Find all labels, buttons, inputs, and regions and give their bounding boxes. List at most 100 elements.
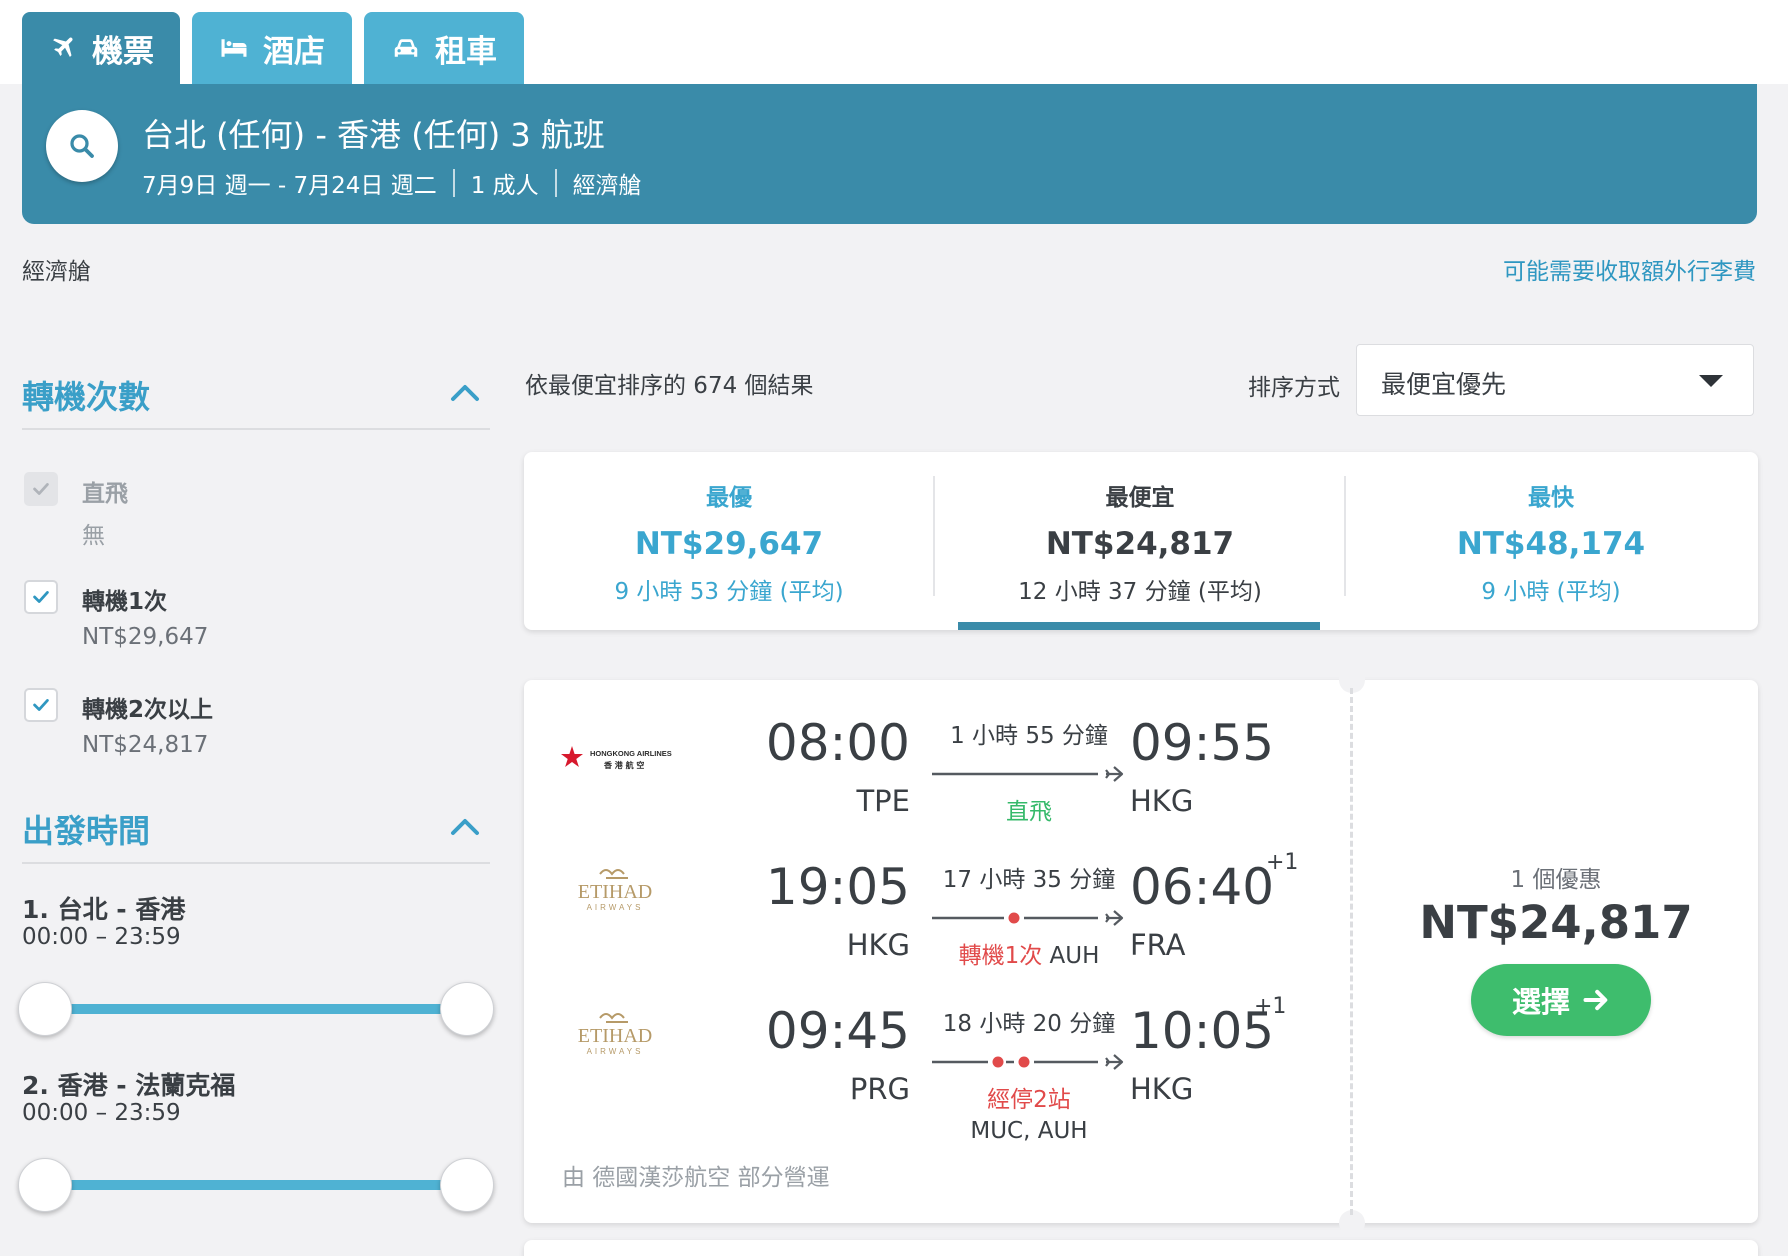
stop-option-label: 轉機1次 xyxy=(82,589,168,615)
sort-tab-title: 最優 xyxy=(706,485,752,511)
flight-duration: 18 小時 20 分鐘 xyxy=(942,1011,1116,1037)
search-button[interactable] xyxy=(46,110,118,182)
stop-option-two-plus[interactable]: 轉機2次以上 NT$24,817 xyxy=(22,680,490,788)
select-button-label: 選擇 xyxy=(1511,985,1570,1019)
checkbox-direct xyxy=(24,472,58,506)
stop-summary: 直飛 xyxy=(1006,799,1052,825)
time-leg-range: 00:00 – 23:59 xyxy=(22,924,181,950)
flight-leg-3: ETIHAD AIRWAYS 09:45 PRG 18 小時 20 分鐘 經停2… xyxy=(524,968,1344,1158)
route-line-one-stop xyxy=(932,910,1124,926)
deal-price: NT$24,817 xyxy=(1419,896,1693,949)
slider-handle-end[interactable] xyxy=(440,982,494,1036)
sort-tab-best[interactable]: 最優 NT$29,647 9 小時 53 分鐘 (平均) xyxy=(524,474,934,605)
filter-sidebar: 轉機次數 直飛 無 轉機1次 NT$29,647 轉機2次以上 NT$24,81… xyxy=(18,360,494,1216)
stop-count: 轉機1次 xyxy=(958,943,1043,969)
ticket-perforation xyxy=(1350,688,1353,1215)
stop-count: 經停2站 xyxy=(987,1087,1071,1113)
arrival-time: 10:05 xyxy=(1130,1002,1275,1060)
next-day-indicator: +1 xyxy=(1266,850,1299,875)
tab-cars[interactable]: 租車 xyxy=(364,12,524,84)
top-tab-bar: 機票 酒店 租車 xyxy=(0,0,1788,84)
sort-tab-duration: 12 小時 37 分鐘 (平均) xyxy=(1018,579,1262,605)
time-leg-route: 2. 香港 - 法蘭克福 xyxy=(22,1071,236,1100)
tab-hotels-label: 酒店 xyxy=(263,33,325,70)
operated-by-note: 由 德國漢莎航空 部分營運 xyxy=(562,1165,830,1191)
arrival-airport: FRA xyxy=(1130,928,1186,962)
departure-airport: PRG xyxy=(849,1072,910,1106)
time-range-slider[interactable] xyxy=(42,1180,468,1190)
stop-option-one[interactable]: 轉機1次 NT$29,647 xyxy=(22,572,490,680)
select-button[interactable]: 選擇 xyxy=(1471,964,1651,1036)
sort-tab-price: NT$24,817 xyxy=(1045,526,1235,562)
divider xyxy=(452,169,455,197)
stop-airports: MUC, AUH xyxy=(970,1118,1088,1144)
next-day-indicator: +1 xyxy=(1254,994,1287,1019)
departure-time-leg-2: 2. 香港 - 法蘭克福 00:00 – 23:59 xyxy=(18,1040,494,1216)
sort-tabs: 最優 NT$29,647 9 小時 53 分鐘 (平均) 最便宜 NT$24,8… xyxy=(524,452,1758,630)
plane-icon xyxy=(1105,910,1124,926)
stops-filter-title: 轉機次數 xyxy=(22,378,151,416)
hongkong-airlines-logo: HONGKONG AIRLINES 香 港 航 空 xyxy=(561,746,672,770)
stop-summary: 經停2站 xyxy=(924,1080,1134,1114)
slider-handle-start[interactable] xyxy=(18,982,72,1036)
arrival-airport: HKG xyxy=(1130,1072,1194,1106)
check-icon xyxy=(33,483,49,495)
slider-handle-end[interactable] xyxy=(440,1158,494,1212)
sort-label: 排序方式 xyxy=(1248,375,1340,401)
sort-tab-cheapest[interactable]: 最便宜 NT$24,817 12 小時 37 分鐘 (平均) xyxy=(935,474,1345,605)
bed-icon xyxy=(221,39,247,57)
sort-dropdown-value: 最便宜優先 xyxy=(1381,370,1507,399)
departure-time-leg-1: 1. 台北 - 香港 00:00 – 23:59 xyxy=(18,864,494,1040)
checkbox-one-stop[interactable] xyxy=(24,580,58,614)
flight-result-card[interactable]: HONGKONG AIRLINES 香 港 航 空 08:00 TPE 1 小時… xyxy=(524,667,1758,1236)
search-route-title: 台北 (任何) - 香港 (任何) 3 航班 xyxy=(142,116,605,154)
tab-cars-label: 租車 xyxy=(435,33,497,70)
sort-tab-title: 最快 xyxy=(1528,485,1574,511)
stop-airports: AUH xyxy=(1049,943,1100,969)
departure-filter-header[interactable]: 出發時間 xyxy=(22,794,490,864)
plane-icon xyxy=(1105,766,1124,782)
search-travelers: 1 成人 xyxy=(470,173,539,199)
etihad-logo: ETIHAD AIRWAYS xyxy=(578,869,652,912)
plane-icon xyxy=(53,37,73,58)
time-leg-range: 00:00 – 23:59 xyxy=(22,1100,181,1126)
sort-dropdown[interactable]: 最便宜優先 xyxy=(1356,344,1754,416)
stops-filter-header[interactable]: 轉機次數 xyxy=(22,360,490,430)
departure-filter-title: 出發時間 xyxy=(22,812,151,850)
baggage-fee-link[interactable]: 可能需要收取額外行李費 xyxy=(1503,252,1756,286)
search-summary-banner[interactable]: 台北 (任何) - 香港 (任何) 3 航班 7月9日 週一 - 7月24日 週… xyxy=(22,84,1757,224)
selected-tab-indicator xyxy=(958,622,1320,630)
etihad-logo: ETIHAD AIRWAYS xyxy=(578,1013,652,1056)
stop-option-label: 轉機2次以上 xyxy=(82,697,214,723)
sort-tab-duration: 9 小時 53 分鐘 (平均) xyxy=(614,579,844,605)
flight-leg-2: ETIHAD AIRWAYS 19:05 HKG 17 小時 35 分鐘 轉機1… xyxy=(524,824,1344,969)
sort-tab-duration: 9 小時 (平均) xyxy=(1481,579,1621,605)
tab-hotels[interactable]: 酒店 xyxy=(192,12,352,84)
stop-option-label: 直飛 xyxy=(82,481,128,507)
chevron-up-icon[interactable] xyxy=(450,382,480,402)
stop-option-price: NT$24,817 xyxy=(82,732,209,758)
tab-flights-label: 機票 xyxy=(92,33,154,70)
checkbox-two-plus-stops[interactable] xyxy=(24,688,58,722)
stop-summary: 轉機1次 AUH xyxy=(924,936,1134,970)
slider-handle-start[interactable] xyxy=(18,1158,72,1212)
stop-option-price: NT$29,647 xyxy=(82,624,209,650)
time-range-slider[interactable] xyxy=(42,1004,468,1014)
cabin-class-label: 經濟艙 xyxy=(22,259,91,285)
route-line-direct xyxy=(932,766,1124,782)
search-dates: 7月9日 週一 - 7月24日 週二 xyxy=(142,173,437,199)
sort-tab-fastest[interactable]: 最快 NT$48,174 9 小時 (平均) xyxy=(1346,474,1756,605)
tab-flights[interactable]: 機票 xyxy=(22,12,180,84)
search-cabin: 經濟艙 xyxy=(572,173,642,199)
check-icon xyxy=(33,591,49,603)
time-leg-route: 1. 台北 - 香港 xyxy=(22,895,186,924)
sort-tab-price: NT$29,647 xyxy=(634,526,824,562)
car-icon xyxy=(394,39,418,57)
flight-result-card[interactable] xyxy=(524,1240,1758,1256)
chevron-up-icon[interactable] xyxy=(450,816,480,836)
results-count: 依最便宜排序的 674 個結果 xyxy=(525,373,814,399)
divider xyxy=(554,169,557,197)
sort-tab-price: NT$48,174 xyxy=(1456,526,1646,562)
search-icon xyxy=(70,134,94,158)
svg-text:AIRWAYS: AIRWAYS xyxy=(587,903,644,912)
